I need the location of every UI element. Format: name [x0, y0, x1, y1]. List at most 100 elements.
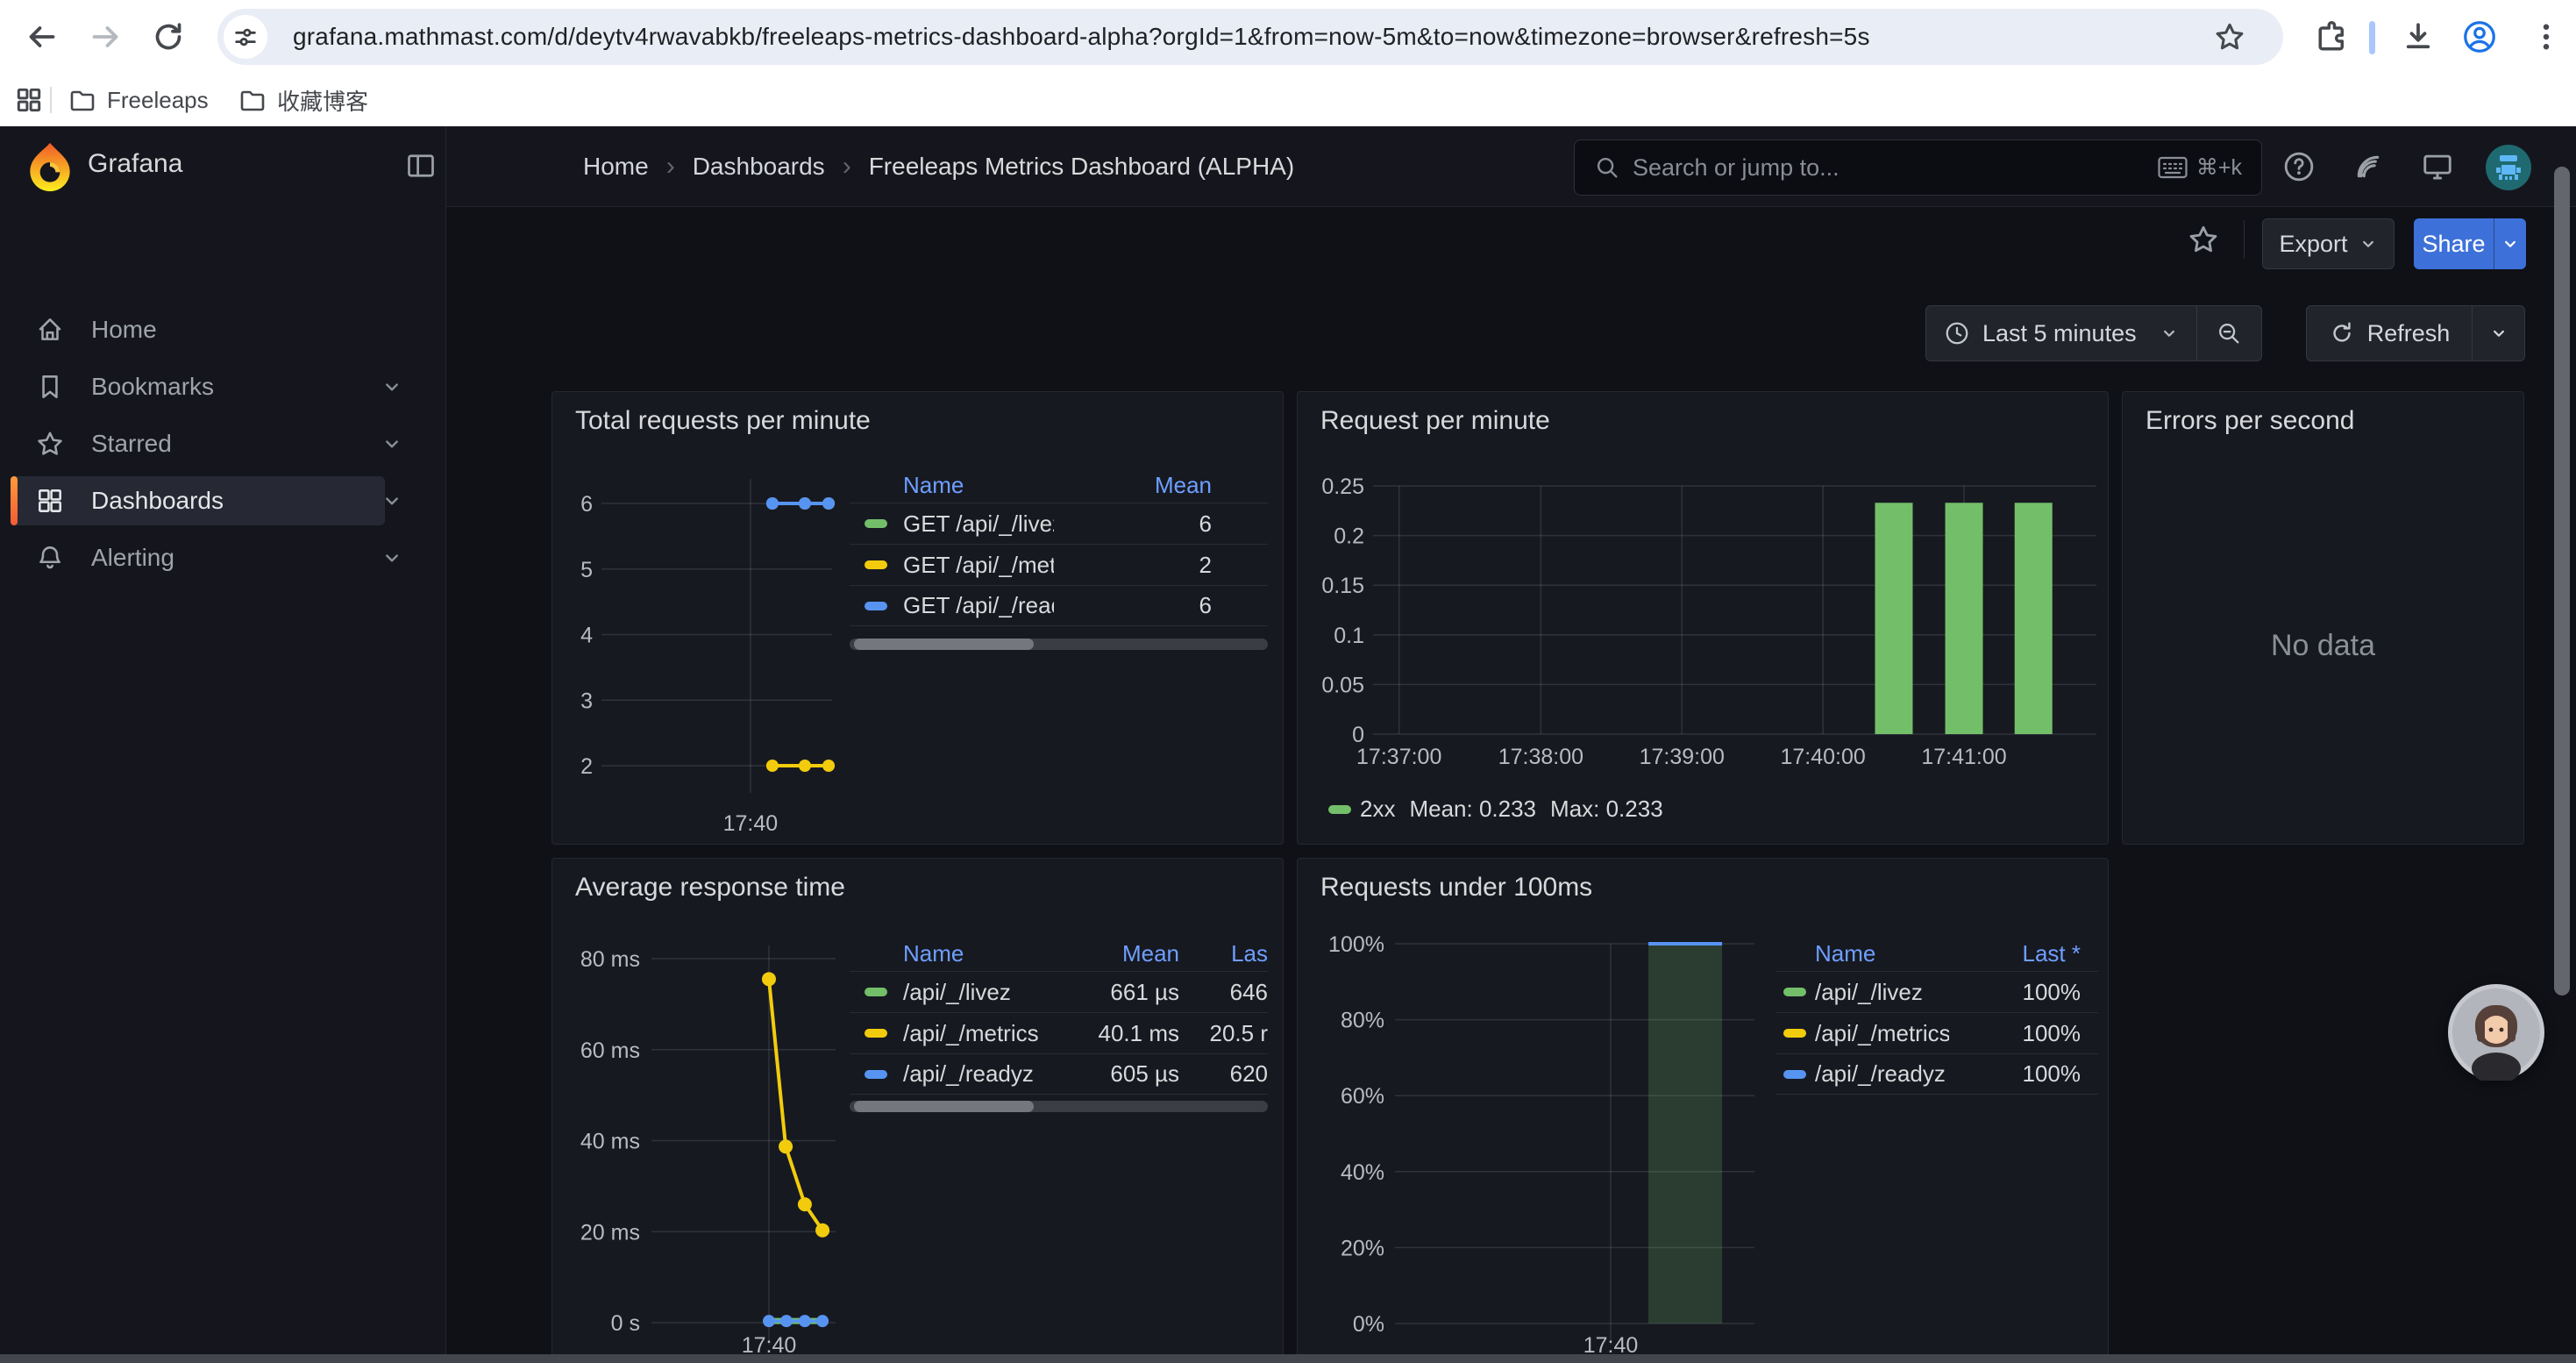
bookmark-folder-freeleaps[interactable]: Freeleaps — [68, 81, 209, 119]
bookmark-folder-blogs[interactable]: 收藏博客 — [238, 81, 368, 119]
downloads-icon[interactable] — [2401, 19, 2436, 54]
svg-text:0.05: 0.05 — [1321, 673, 1364, 697]
bookmark-star-icon[interactable] — [2213, 20, 2246, 54]
legend-header-name[interactable]: Name — [903, 472, 1054, 499]
series-swatch — [865, 519, 887, 528]
url-bar[interactable]: grafana.mathmast.com/d/deytv4rwavabkb/fr… — [217, 9, 2283, 65]
monitor-icon[interactable] — [2421, 150, 2454, 183]
legend-header-name[interactable]: Name — [1815, 940, 1949, 967]
user-avatar[interactable] — [2486, 145, 2531, 190]
svg-text:80%: 80% — [1341, 1009, 1384, 1033]
sidebar-item-starred[interactable]: Starred — [11, 419, 412, 468]
panel-title[interactable]: Errors per second — [2145, 406, 2354, 436]
search-input[interactable]: Search or jump to... ⌘+k — [1574, 139, 2262, 196]
bookmark-label: 收藏博客 — [277, 84, 368, 117]
legend-header: Name Mean Las — [850, 936, 1268, 971]
site-settings-icon[interactable] — [224, 15, 267, 59]
svg-text:0.1: 0.1 — [1334, 624, 1364, 648]
svg-text:0.2: 0.2 — [1334, 525, 1364, 549]
panel-total-requests: Total requests per minute 6543217:40 Nam… — [551, 391, 1284, 845]
legend-scrollbar[interactable] — [850, 639, 1268, 650]
legend-inline[interactable]: 2xx Mean: 0.233 Max: 0.233 — [1328, 796, 1663, 823]
svg-text:100%: 100% — [1328, 932, 1384, 957]
screen: grafana.mathmast.com/d/deytv4rwavabkb/fr… — [0, 0, 2576, 1363]
zoom-out-icon — [2216, 320, 2242, 346]
home-icon — [35, 315, 65, 345]
legend-row[interactable]: GET /api/_/readyz 6 — [850, 585, 1268, 626]
chart-request-per-minute: 0.250.20.150.10.05017:37:0017:38:0017:39… — [1298, 392, 2110, 846]
legend-row[interactable]: /api/_/readyz 100% — [1775, 1053, 2098, 1095]
svg-text:60 ms: 60 ms — [580, 1038, 640, 1063]
forward-icon[interactable] — [88, 19, 123, 54]
time-controls: Last 5 minutes — [1925, 305, 2262, 361]
zoom-out-button[interactable] — [2197, 305, 2262, 361]
series-swatch — [1783, 988, 1806, 996]
help-icon[interactable] — [2282, 150, 2316, 183]
legend-row[interactable]: GET /api/_/livez 6 — [850, 503, 1268, 544]
assistant-avatar[interactable] — [2448, 984, 2544, 1081]
sidebar-item-home[interactable]: Home — [11, 305, 412, 354]
chevron-down-icon — [2489, 324, 2508, 343]
chevron-down-icon[interactable] — [381, 489, 403, 512]
refresh-interval-button[interactable] — [2473, 305, 2525, 361]
legend-row[interactable]: /api/_/readyz 605 µs 620 — [850, 1053, 1268, 1095]
svg-text:40 ms: 40 ms — [580, 1130, 640, 1154]
svg-text:17:38:00: 17:38:00 — [1498, 745, 1583, 769]
apps-grid-icon[interactable] — [14, 81, 44, 119]
series-swatch — [865, 560, 887, 569]
chart-requests-under-100ms: 100%80%60%40%20%0%17:40 — [1298, 859, 2110, 1363]
time-range-picker[interactable]: Last 5 minutes — [1925, 305, 2197, 361]
legend-row[interactable]: /api/_/livez 661 µs 646 — [850, 971, 1268, 1012]
reload-icon[interactable] — [151, 19, 186, 54]
brand-name[interactable]: Grafana — [88, 149, 182, 179]
star-icon — [35, 429, 65, 459]
clock-icon — [1944, 320, 1970, 346]
profile-icon[interactable] — [2462, 19, 2497, 54]
svg-text:17:40: 17:40 — [723, 811, 779, 836]
legend-header-last[interactable]: Las — [1179, 940, 1268, 967]
extensions-icon[interactable] — [2315, 19, 2350, 54]
sidebar-item-label: Alerting — [91, 544, 174, 572]
sidebar-item-bookmarks[interactable]: Bookmarks — [11, 362, 412, 411]
sidebar-item-label: Bookmarks — [91, 373, 214, 401]
legend-table: Name Last * /api/_/livez 100% /api/_/met… — [1775, 936, 2098, 1095]
refresh-button[interactable]: Refresh — [2306, 305, 2473, 361]
chevron-down-icon — [2501, 234, 2520, 253]
legend-header-mean[interactable]: Mean — [1061, 940, 1179, 967]
news-rss-icon[interactable] — [2352, 150, 2385, 183]
refresh-icon — [2329, 320, 2355, 346]
legend-row[interactable]: /api/_/livez 100% — [1775, 971, 2098, 1012]
url-text[interactable]: grafana.mathmast.com/d/deytv4rwavabkb/fr… — [293, 23, 1870, 51]
chevron-down-icon[interactable] — [381, 375, 403, 398]
chevron-down-icon[interactable] — [381, 432, 403, 455]
menu-kebab-icon[interactable] — [2529, 19, 2564, 54]
breadcrumb-home[interactable]: Home — [583, 153, 649, 181]
breadcrumb-separator: › — [666, 152, 675, 182]
legend-header-last[interactable]: Last * — [1949, 940, 2098, 967]
share-menu-button[interactable] — [2494, 218, 2526, 269]
grafana-logo[interactable] — [25, 141, 75, 192]
svg-text:0%: 0% — [1353, 1312, 1384, 1337]
favorite-star-icon[interactable] — [2187, 223, 2220, 256]
grafana-app: Grafana Home › Dashboards › Freeleaps Me… — [0, 126, 2576, 1363]
panel-errors-per-second: Errors per second No data — [2122, 391, 2524, 845]
export-button[interactable]: Export — [2262, 218, 2395, 269]
collapse-sidebar-icon[interactable] — [405, 150, 437, 182]
page-scrollbar[interactable] — [2554, 167, 2570, 995]
breadcrumb-dashboards[interactable]: Dashboards — [693, 153, 825, 181]
sidebar-item-alerting[interactable]: Alerting — [11, 533, 412, 582]
legend-max: Max: 0.233 — [1550, 796, 1663, 823]
legend-row[interactable]: /api/_/metrics 40.1 ms 20.5 r — [850, 1012, 1268, 1053]
series-swatch — [1783, 1029, 1806, 1038]
chevron-down-icon[interactable] — [381, 546, 403, 569]
share-button[interactable]: Share — [2414, 218, 2494, 269]
sidebar-item-dashboards[interactable]: Dashboards — [11, 476, 412, 525]
svg-text:0: 0 — [1352, 723, 1364, 747]
legend-scrollbar[interactable] — [850, 1101, 1268, 1112]
legend-row[interactable]: GET /api/_/metrics 2 — [850, 544, 1268, 585]
sidebar-item-label: Home — [91, 316, 157, 344]
back-icon[interactable] — [25, 19, 60, 54]
legend-header-name[interactable]: Name — [903, 940, 1061, 967]
legend-row[interactable]: /api/_/metrics 100% — [1775, 1012, 2098, 1053]
legend-header-mean[interactable]: Mean — [1054, 472, 1268, 499]
